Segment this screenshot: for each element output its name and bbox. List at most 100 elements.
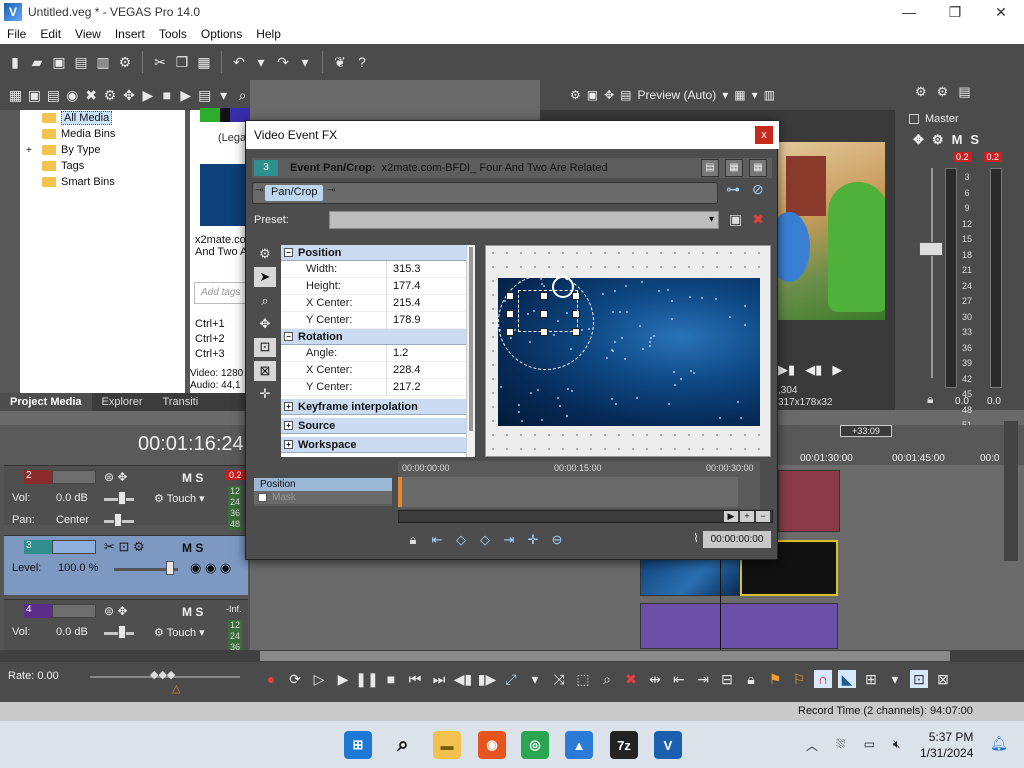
track-fx-icon[interactable]: ⊜ ✥ [104,470,127,484]
group-source[interactable]: + Source [281,418,473,434]
keyframe-time[interactable]: 00:00:00:00 [703,531,771,548]
level-slider-knob[interactable] [166,561,174,575]
width-field[interactable]: 315.3 [386,260,473,278]
y-center-field[interactable]: 178.9 [386,311,473,329]
close-window-button[interactable]: ✕ [978,4,1024,21]
tree-item-tags[interactable]: Tags [20,158,185,174]
start-windows-icon[interactable]: ⊞ [344,731,372,759]
zoom-icon[interactable]: ⌕ [254,291,276,310]
track-header-2[interactable]: 2 ⊜ ✥ M S 0.2 Vol: 0.0 dB ⚙ Touch ▾ Pan:… [4,465,248,530]
photos-icon[interactable]: ▲ [565,731,593,759]
undo-icon[interactable]: ↶ [230,53,248,71]
7zip-icon[interactable]: 7z [610,731,638,759]
open-folder-icon[interactable]: ▰ [28,53,46,71]
get-media-icon[interactable]: ▤ [46,86,61,104]
lock-aspect-icon[interactable]: ⊠ [254,361,276,381]
firefox-icon[interactable]: ◉ [478,731,506,759]
menu-help[interactable]: Help [249,27,288,41]
search-icon[interactable]: ⌕ [235,86,250,104]
external-monitor-icon[interactable]: ▣ [587,88,598,102]
plugin-chain-item-pan-crop[interactable]: Pan/Crop [265,185,324,201]
group-workspace[interactable]: + Workspace [281,437,473,453]
trim-end-icon[interactable]: ⇥ [694,670,712,688]
audio-clip-track-4[interactable] [640,603,838,649]
redo-icon[interactable]: ↷ [274,53,292,71]
enable-snapping-icon[interactable]: ❦ [331,53,349,71]
globe-icon[interactable]: ◉ [65,86,80,104]
play-back-icon[interactable]: ◀▮ [805,362,822,378]
overlays-grid-icon[interactable]: ▦ [734,88,745,102]
normal-edit-tool-icon[interactable]: ⤢ [502,670,520,688]
auto-ripple-icon[interactable]: ⊞ [862,670,880,688]
master-fader-knob[interactable] [919,242,943,256]
taskbar-clock[interactable]: 5:37 PM 1/31/2024 [920,729,973,761]
chrome-icon[interactable]: ◎ [521,731,549,759]
minimize-button[interactable]: — [886,4,932,20]
copy-snapshot-icon[interactable]: ▥ [764,88,775,102]
pan-slider-knob[interactable] [114,513,122,527]
move-icon[interactable]: ✛ [254,385,276,404]
restore-button[interactable]: ❐ [932,4,978,21]
loop-playback-icon[interactable]: ⟳ [286,670,304,688]
views-icon[interactable]: ▤ [197,86,212,104]
copy-icon[interactable]: ❐ [173,53,191,71]
collapse-icon[interactable]: − [284,332,293,341]
mask-toggle-icon[interactable]: ⊡ [254,337,276,358]
region-icon[interactable]: ⚐ [790,670,808,688]
play-from-start-icon[interactable]: ▷ [310,670,328,688]
track-header-3[interactable]: 3 ✂ ⊡ ⚙ M S Level: 100.0 % ◉ ◉ ◉ [4,535,248,595]
list-view-icon[interactable]: ▦ [725,159,743,177]
trim-start-icon[interactable]: ⇤ [670,670,688,688]
file-explorer-icon[interactable]: ▬ [433,731,461,759]
automation-mode[interactable]: ⚙ Touch ▾ [154,492,205,505]
master-automation-icon[interactable]: ⚙ [932,132,944,148]
remove-icon[interactable]: ✖ [84,86,99,104]
delete-preset-icon[interactable]: ✖ [752,211,764,228]
move-free-icon[interactable]: ✥ [254,314,276,333]
media-properties-gear-icon[interactable]: ⚙ [103,86,118,104]
dialog-close-button[interactable]: x [755,126,773,144]
expand-icon[interactable]: + [284,440,293,449]
prev-keyframe-icon[interactable]: ◇ [452,531,470,549]
plugin-chain-icon[interactable]: ⊶ [726,181,740,198]
redo-dropdown-icon[interactable]: ▾ [296,53,314,71]
delete-icon[interactable]: ✖ [622,670,640,688]
display-icon[interactable]: ▭ [864,737,875,754]
track-tools-icons[interactable]: ✂ ⊡ ⚙ [104,539,145,555]
plugin-icon[interactable]: ✥ [122,86,137,104]
selection-tool-icon[interactable]: ⬚ [574,670,592,688]
expand-icon[interactable]: + [26,145,32,156]
hscroll-thumb[interactable] [260,651,950,661]
height-field[interactable]: 177.4 [386,277,473,295]
crop-handle[interactable] [506,292,514,300]
track-fx-icon[interactable]: ⊜ ✥ [104,604,127,618]
master-mute-button[interactable]: M [952,132,963,148]
pan-crop-gear-icon[interactable]: ⚙ [254,244,276,263]
trim-icon[interactable]: ⇹ [646,670,664,688]
capture-icon[interactable]: ▣ [27,86,42,104]
expand-icon[interactable]: + [284,402,293,411]
tab-project-media[interactable]: Project Media [0,393,92,411]
group-position[interactable]: − Position [281,245,473,261]
automation-mode[interactable]: ⚙ Touch ▾ [154,626,205,639]
properties-scrollbar[interactable] [466,245,475,457]
zoom-tool-icon[interactable]: ⌕ [598,670,616,688]
overlays-dropdown-icon[interactable]: ▾ [752,88,758,102]
menu-tools[interactable]: Tools [152,27,194,41]
kf-row-position[interactable]: Position [254,478,392,491]
rotation-y-center-field[interactable]: 217.2 [386,378,473,396]
collapse-icon[interactable]: − [284,248,293,257]
first-keyframe-icon[interactable]: ⇤ [428,531,446,549]
play-icon[interactable]: ▶ [334,670,352,688]
fx-bypass-icon[interactable]: ▤ [620,88,631,102]
pause-icon[interactable]: ❚❚ [355,670,378,688]
track-name-field[interactable] [52,604,96,618]
sync-cursor-icon[interactable]: 🔒︎ [404,531,422,549]
lock-icon[interactable]: 🔒︎ [742,670,760,688]
tree-item-by-type[interactable]: + By Type [20,142,185,158]
master-fx-icon[interactable]: ▤ [958,84,970,100]
crop-handle[interactable] [506,310,514,318]
tree-item-media-bins[interactable]: Media Bins [20,126,185,142]
undo-dropdown-icon[interactable]: ▾ [252,53,270,71]
lock-envelopes-icon[interactable]: ⊡ [910,670,928,688]
